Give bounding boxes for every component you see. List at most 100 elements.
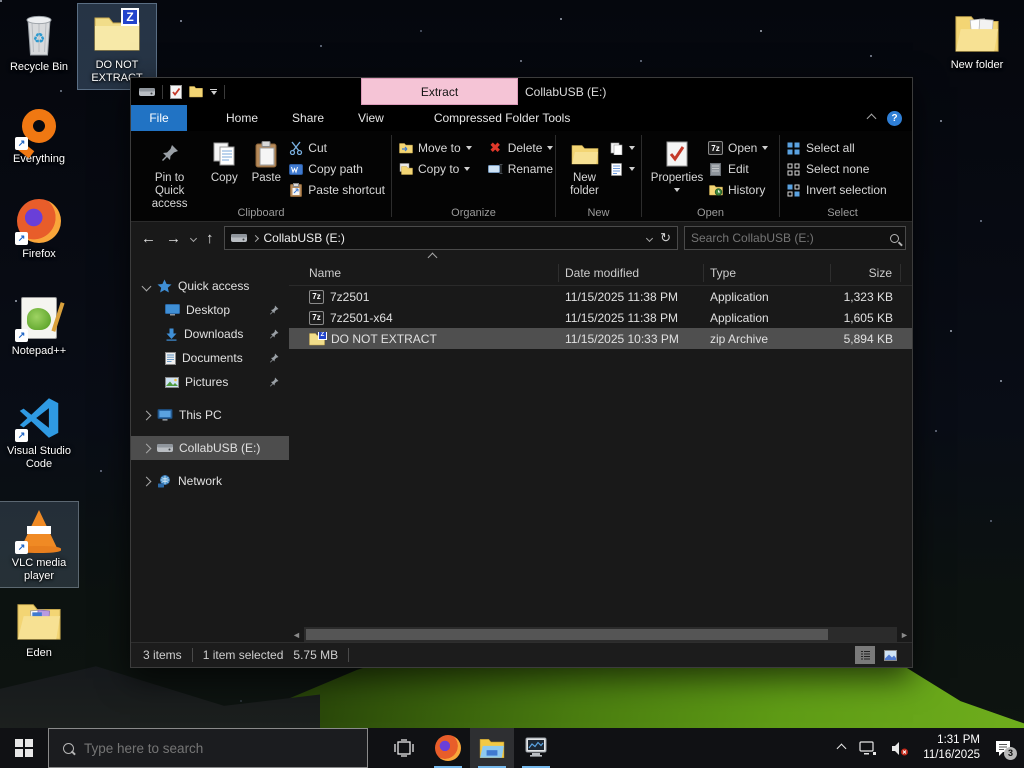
copy-button[interactable]: Copy xyxy=(204,137,244,187)
copy-path-button[interactable]: Copy path xyxy=(288,160,385,178)
desktop-icon-firefox[interactable]: ↗ Firefox xyxy=(0,193,78,265)
select-none-button[interactable]: Select none xyxy=(786,160,887,178)
taskbar-firefox-button[interactable] xyxy=(426,728,470,768)
file-explorer-window: Extract CollabUSB (E:) File Home Share V… xyxy=(130,77,913,668)
easy-access-icon xyxy=(609,162,624,177)
back-button[interactable]: ← xyxy=(141,230,156,247)
breadcrumb[interactable]: CollabUSB (E:) xyxy=(264,231,345,245)
taskbar-search-box[interactable] xyxy=(48,728,368,768)
tab-file[interactable]: File xyxy=(131,105,187,131)
delete-button[interactable]: ✖ Delete xyxy=(488,139,554,157)
desktop-icon-vscode[interactable]: ↗ Visual Studio Code xyxy=(0,390,78,475)
tab-view[interactable]: View xyxy=(341,105,401,131)
clock-time: 1:31 PM xyxy=(937,734,980,747)
explorer-search-input[interactable] xyxy=(691,231,890,245)
address-breadcrumb-bar[interactable]: CollabUSB (E:) ↻ xyxy=(223,226,678,250)
horizontal-scrollbar[interactable]: ◄ ► xyxy=(289,627,912,642)
up-button[interactable]: ↑ xyxy=(206,230,214,247)
cut-button[interactable]: Cut xyxy=(288,139,385,157)
select-all-button[interactable]: Select all xyxy=(786,139,887,157)
nav-item-this-pc[interactable]: This PC xyxy=(131,403,289,427)
address-dropdown-chevron[interactable] xyxy=(646,234,654,242)
clock[interactable]: 1:31 PM 11/16/2025 xyxy=(923,733,980,763)
history-button[interactable]: History xyxy=(708,181,768,199)
hidden-icons-chevron[interactable] xyxy=(836,743,847,753)
desktop-icon-vlc[interactable]: ↗ VLC media player xyxy=(0,500,79,589)
separator xyxy=(348,648,350,662)
desktop-icon-recycle-bin[interactable]: ♻ Recycle Bin xyxy=(0,6,78,78)
taskbar-search-input[interactable] xyxy=(84,740,353,756)
shortcut-arrow-icon: ↗ xyxy=(15,429,28,442)
breadcrumb-chevron-icon xyxy=(251,234,259,242)
nav-item-documents[interactable]: Documents xyxy=(131,346,289,370)
new-item-button[interactable] xyxy=(609,139,635,157)
nav-item-quick-access[interactable]: Quick access xyxy=(131,274,289,298)
move-to-button[interactable]: Move to xyxy=(398,139,472,157)
taskbar-task-manager-button[interactable] xyxy=(514,728,558,768)
refresh-icon[interactable]: ↻ xyxy=(660,230,671,246)
pin-to-quick-access-button[interactable]: Pin to Quick access xyxy=(137,137,202,214)
expand-chevron-icon[interactable] xyxy=(141,410,151,420)
scrollbar-thumb[interactable] xyxy=(306,629,828,640)
column-header-name[interactable]: Name xyxy=(289,263,559,282)
column-header-size[interactable]: Size xyxy=(831,263,901,282)
group-label-organize: Organize xyxy=(451,207,496,219)
open-button[interactable]: 7z Open xyxy=(708,139,769,157)
file-row-do-not-extract[interactable]: Z DO NOT EXTRACT 11/15/2025 10:33 PM zip… xyxy=(289,328,912,349)
taskbar-explorer-button[interactable] xyxy=(470,728,514,768)
nav-item-pictures[interactable]: Pictures xyxy=(131,370,289,394)
file-row-7z2501-x64[interactable]: 7z 7z2501-x64 11/15/2025 11:38 PM Applica… xyxy=(289,307,912,328)
file-rows: 7z 7z2501 11/15/2025 11:38 PM Application… xyxy=(289,286,912,627)
start-button[interactable] xyxy=(0,728,48,768)
edit-button[interactable]: Edit xyxy=(708,160,768,178)
nav-item-downloads[interactable]: Downloads xyxy=(131,322,289,346)
windows-logo-icon xyxy=(15,739,33,757)
select-none-icon xyxy=(786,162,801,177)
easy-access-button[interactable] xyxy=(609,160,635,178)
tab-share[interactable]: Share xyxy=(275,105,341,131)
forward-button[interactable]: → xyxy=(166,230,181,247)
column-header-date-modified[interactable]: Date modified xyxy=(559,263,704,282)
paste-button[interactable]: Paste xyxy=(246,137,286,187)
scroll-right-arrow[interactable]: ► xyxy=(897,627,912,642)
tab-home[interactable]: Home xyxy=(209,105,275,131)
details-view-button[interactable] xyxy=(855,646,875,664)
desktop-icon-notepadpp[interactable]: ↗ Notepad++ xyxy=(0,290,78,362)
nav-item-desktop[interactable]: Desktop xyxy=(131,298,289,322)
properties-qat-icon[interactable] xyxy=(170,84,182,99)
paste-shortcut-button[interactable]: Paste shortcut xyxy=(288,181,385,199)
desktop-icon-everything[interactable]: ↗ Everything xyxy=(0,98,78,170)
downloads-nav-icon xyxy=(166,328,177,341)
expand-chevron-icon[interactable] xyxy=(141,476,151,486)
taskbar: 1:31 PM 11/16/2025 3 xyxy=(0,728,1024,768)
desktop-icon-eden[interactable]: Eden xyxy=(0,592,78,664)
invert-selection-button[interactable]: Invert selection xyxy=(786,181,887,199)
help-icon[interactable]: ? xyxy=(887,110,902,126)
properties-button[interactable]: Properties xyxy=(648,137,706,194)
file-row-7z2501[interactable]: 7z 7z2501 11/15/2025 11:38 PM Application… xyxy=(289,286,912,307)
explorer-search-box[interactable] xyxy=(684,226,906,250)
network-tray-icon[interactable] xyxy=(859,740,877,756)
large-icons-view-button[interactable] xyxy=(880,646,900,664)
recent-locations-chevron[interactable] xyxy=(189,234,198,242)
task-view-button[interactable] xyxy=(382,728,426,768)
nav-item-collabusb[interactable]: CollabUSB (E:) xyxy=(131,436,289,460)
rename-button[interactable]: Rename xyxy=(487,160,554,178)
expand-chevron-icon[interactable] xyxy=(141,281,151,291)
desktop-icon-new-folder[interactable]: New folder xyxy=(938,4,1016,76)
desktop-icon-label: Firefox xyxy=(22,248,56,260)
new-folder-qat-icon[interactable] xyxy=(189,85,203,98)
copy-to-button[interactable]: Copy to xyxy=(398,160,472,178)
collapse-ribbon-chevron-icon[interactable] xyxy=(866,113,877,123)
scroll-left-arrow[interactable]: ◄ xyxy=(289,627,304,642)
volume-muted-icon[interactable] xyxy=(891,741,909,756)
action-center-icon[interactable]: 3 xyxy=(994,740,1017,760)
tab-compressed-folder-tools[interactable]: Compressed Folder Tools xyxy=(417,105,588,131)
nav-item-network[interactable]: Network xyxy=(131,469,289,493)
new-folder-button[interactable]: New folder xyxy=(562,137,607,200)
customize-qat-chevron[interactable] xyxy=(210,88,217,95)
context-tab-extract[interactable]: Extract xyxy=(361,78,518,105)
expand-chevron-icon[interactable] xyxy=(141,443,151,453)
copy-to-icon xyxy=(398,162,413,177)
column-header-type[interactable]: Type xyxy=(704,263,831,282)
